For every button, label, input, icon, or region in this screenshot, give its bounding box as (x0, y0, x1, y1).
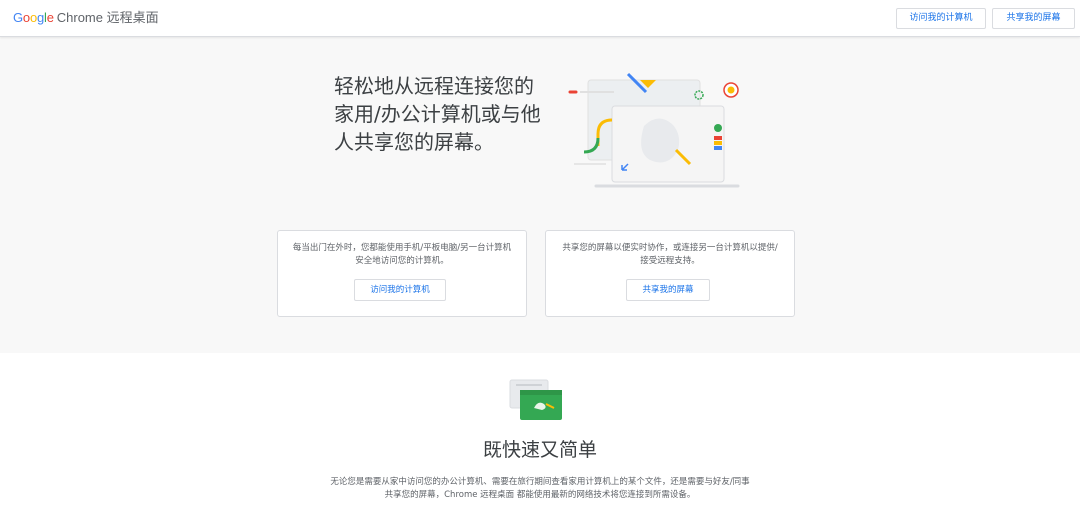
header-access-my-computer-button[interactable]: 访问我的计算机 (896, 8, 986, 29)
google-wordmark: Google (13, 10, 54, 25)
access-card: 每当出门在外时，您都能使用手机/平板电脑/另一台计算机安全地访问您的计算机。 访… (277, 230, 527, 317)
chrome-remote-desktop-logo[interactable]: Google Chrome 远程桌面 (13, 9, 159, 27)
hero-headline-line: 人共享您的屏幕。 (334, 130, 494, 154)
header-share-my-screen-button[interactable]: 共享我的屏幕 (992, 8, 1075, 29)
access-card-description: 每当出门在外时，您都能使用手机/平板电脑/另一台计算机安全地访问您的计算机。 (292, 243, 512, 266)
remote-desktop-illustration (568, 72, 740, 188)
section-title: 既快速又简单 (482, 439, 597, 461)
product-name: Chrome 远程桌面 (56, 10, 159, 25)
access-my-computer-button[interactable]: 访问我的计算机 (354, 279, 446, 301)
section-body: 无论您是需要从家中访问您的办公计算机、需要在旅行期间查看家用计算机上的某个文件，… (330, 477, 750, 500)
top-app-bar: Google Chrome 远程桌面 访问我的计算机 共享我的屏幕 (0, 0, 1080, 37)
hero-headline-line: 轻松地从远程连接您的 (334, 74, 534, 98)
fast-easy-illustration (509, 379, 562, 420)
share-card: 共享您的屏幕以便实时协作，或连接另一台计算机以提供/接受远程支持。 共享我的屏幕 (545, 230, 795, 317)
fast-and-easy-section: 既快速又简单 无论您是需要从家中访问您的办公计算机、需要在旅行期间查看家用计算机… (0, 353, 1080, 526)
share-my-screen-button[interactable]: 共享我的屏幕 (626, 279, 710, 301)
share-card-description: 共享您的屏幕以便实时协作，或连接另一台计算机以提供/接受远程支持。 (562, 243, 778, 266)
hero-headline-line: 家用/办公计算机或与他 (334, 102, 541, 126)
hero-headline: 轻松地从远程连接您的 家用/办公计算机或与他 人共享您的屏幕。 (334, 72, 564, 156)
